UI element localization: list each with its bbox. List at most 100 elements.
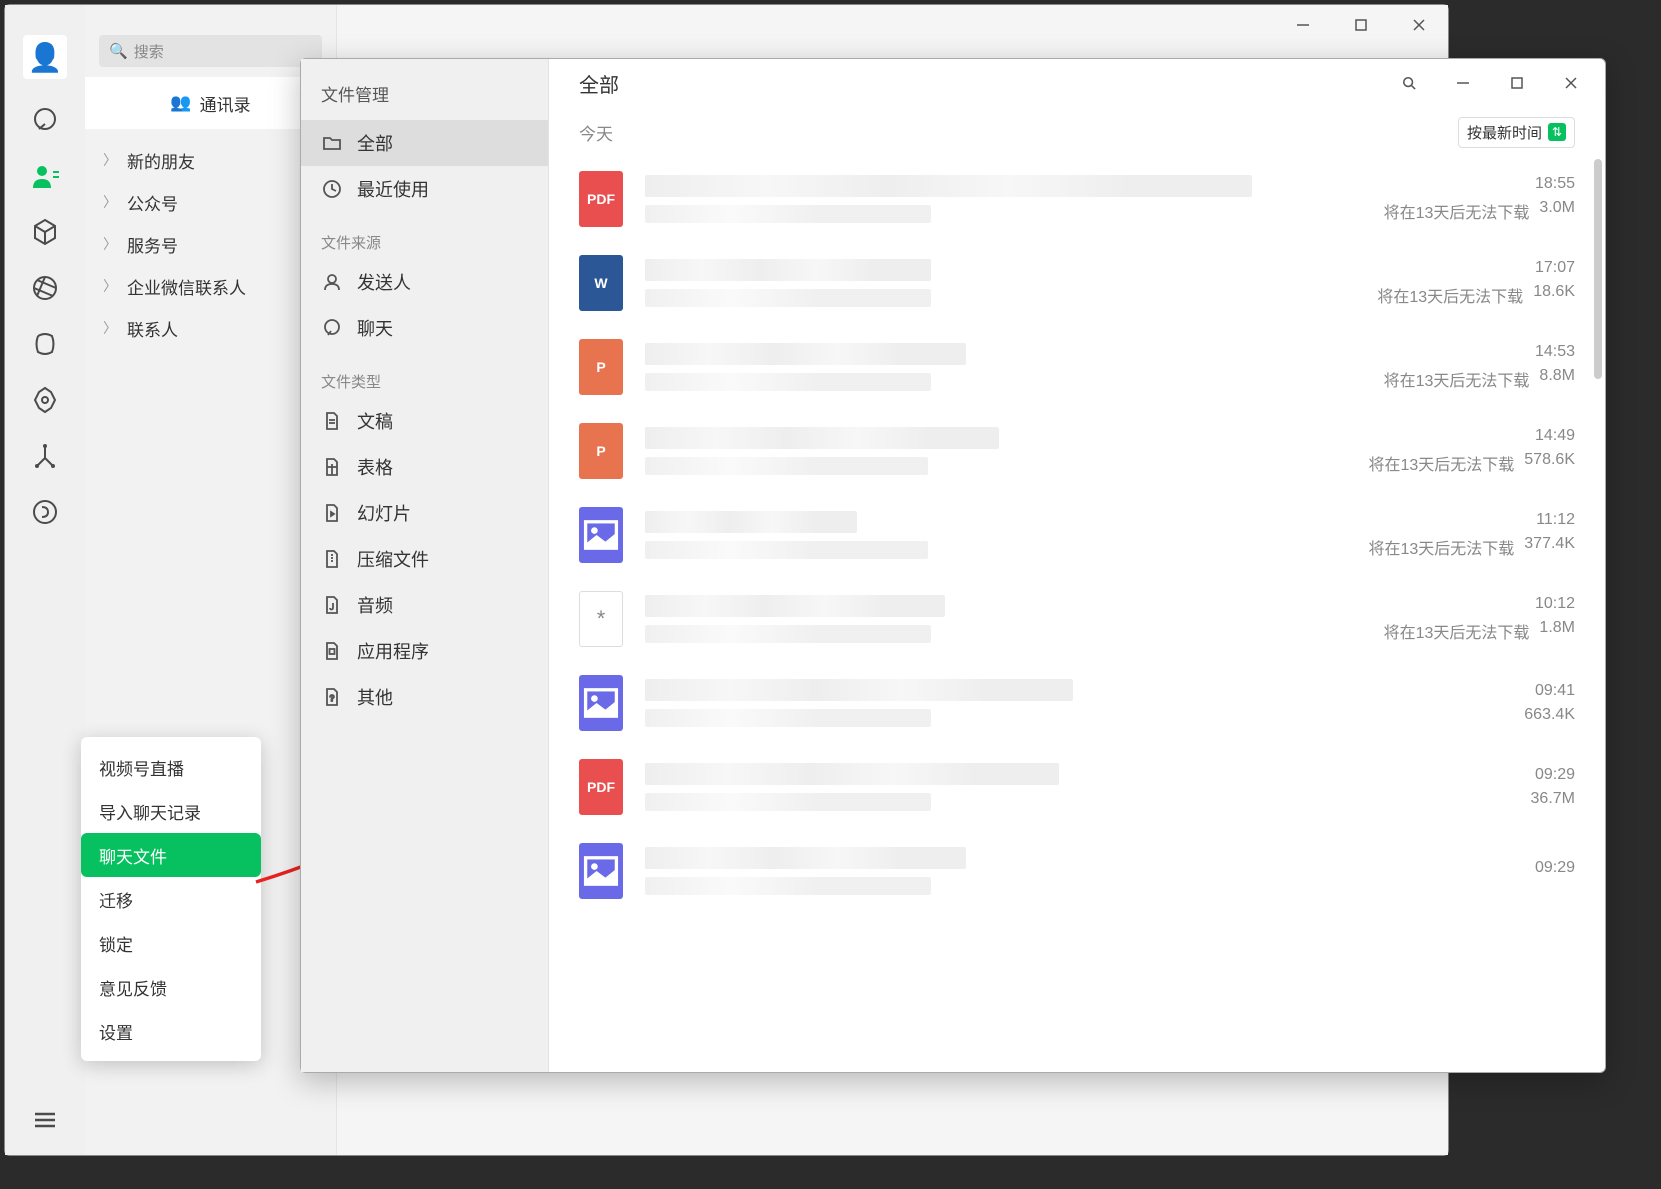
- archive-icon: [321, 548, 343, 570]
- contacts-icon[interactable]: [30, 161, 60, 191]
- fm-date-label: 今天: [579, 120, 613, 145]
- fm-section-type: 文件类型: [301, 351, 548, 398]
- fm-sb-other[interactable]: ? 其他: [301, 674, 548, 720]
- fm-header-title: 全部: [579, 69, 619, 98]
- search-icon: 🔍: [109, 42, 128, 60]
- chevron-right-icon: 〉: [103, 318, 117, 338]
- file-name-area: [645, 847, 1359, 895]
- fm-search-button[interactable]: [1387, 63, 1431, 103]
- popup-menu-item[interactable]: 视频号直播: [81, 745, 261, 789]
- fm-main: 全部 今天 按最新时间 ⇅ PDF18:55将在13天后无法下载3.0MW17:…: [549, 59, 1605, 1072]
- file-type-icon: W: [579, 255, 623, 311]
- clock-icon: [321, 178, 343, 200]
- contacts-management[interactable]: 👥 通讯录: [85, 77, 336, 129]
- file-other-icon: ?: [321, 686, 343, 708]
- popup-menu-item[interactable]: 锁定: [81, 921, 261, 965]
- main-title-bar: [1274, 5, 1448, 45]
- search-input[interactable]: 🔍 搜索: [99, 35, 322, 67]
- fm-sb-all[interactable]: 全部: [301, 120, 548, 166]
- file-type-icon: [579, 675, 623, 731]
- collapse-item[interactable]: 〉新的朋友: [85, 139, 336, 181]
- file-row[interactable]: W 17:07将在13天后无法下载18.6K: [579, 241, 1575, 325]
- maximize-button[interactable]: [1332, 5, 1390, 45]
- file-meta: 09:2936.7M: [1375, 766, 1575, 808]
- fm-sort-button[interactable]: 按最新时间 ⇅: [1458, 117, 1575, 148]
- file-row[interactable]: *10:12将在13天后无法下载1.8M: [579, 577, 1575, 661]
- file-name-area: [645, 259, 1359, 307]
- fm-sb-app[interactable]: 应用程序: [301, 628, 548, 674]
- fm-minimize-button[interactable]: [1441, 63, 1485, 103]
- spreadsheet-icon: [321, 456, 343, 478]
- audio-icon: [321, 594, 343, 616]
- fm-sidebar: 文件管理 全部 最近使用 文件来源 发送人 聊天 文件类型 文稿 表格: [301, 59, 549, 1072]
- file-row[interactable]: 09:29: [579, 829, 1575, 913]
- collapse-item[interactable]: 〉联系人: [85, 307, 336, 349]
- file-meta: 14:53将在13天后无法下载8.8M: [1375, 343, 1575, 391]
- file-type-icon: [579, 843, 623, 899]
- file-name-area: [645, 595, 1359, 643]
- file-type-icon: P: [579, 423, 623, 479]
- file-row[interactable]: 09:41663.4K: [579, 661, 1575, 745]
- svg-text:?: ?: [330, 694, 335, 703]
- person-icon: [321, 271, 343, 293]
- fm-titlebar: 全部: [549, 59, 1605, 107]
- file-row[interactable]: PDF 09:2936.7M: [579, 745, 1575, 829]
- miniprogram-icon[interactable]: [30, 497, 60, 527]
- channels-icon[interactable]: [30, 329, 60, 359]
- aperture-icon[interactable]: [30, 273, 60, 303]
- file-meta: 17:07将在13天后无法下载18.6K: [1375, 259, 1575, 307]
- settings-gear-icon[interactable]: [30, 385, 60, 415]
- app-icon: [321, 640, 343, 662]
- chevron-right-icon: 〉: [103, 192, 117, 212]
- fm-scrollbar[interactable]: [1594, 159, 1602, 379]
- popup-menu-item[interactable]: 聊天文件: [81, 833, 261, 877]
- collapse-item[interactable]: 〉服务号: [85, 223, 336, 265]
- fm-sb-chat[interactable]: 聊天: [301, 305, 548, 351]
- fm-file-list: PDF18:55将在13天后无法下载3.0MW17:07将在13天后无法下载18…: [549, 157, 1605, 1072]
- minimize-button[interactable]: [1274, 5, 1332, 45]
- cube-icon[interactable]: [30, 217, 60, 247]
- collapse-item[interactable]: 〉企业微信联系人: [85, 265, 336, 307]
- fm-sb-audio[interactable]: 音频: [301, 582, 548, 628]
- popup-menu-item[interactable]: 迁移: [81, 877, 261, 921]
- chat-bubble-icon: [321, 317, 343, 339]
- avatar[interactable]: 👤: [23, 35, 67, 79]
- presentation-icon: [321, 502, 343, 524]
- file-name-area: [645, 763, 1359, 811]
- popup-menu-item[interactable]: 导入聊天记录: [81, 789, 261, 833]
- sparkle-icon[interactable]: [30, 441, 60, 471]
- left-rail: 👤: [5, 5, 85, 1155]
- fm-sb-archive[interactable]: 压缩文件: [301, 536, 548, 582]
- file-type-icon: P: [579, 339, 623, 395]
- file-name-area: [645, 511, 1352, 559]
- file-meta: 11:12将在13天后无法下载377.4K: [1368, 511, 1575, 559]
- fm-close-button[interactable]: [1549, 63, 1593, 103]
- file-type-icon: PDF: [579, 759, 623, 815]
- popup-menu-item[interactable]: 设置: [81, 1009, 261, 1053]
- close-button[interactable]: [1390, 5, 1448, 45]
- popup-menu-item[interactable]: 意见反馈: [81, 965, 261, 1009]
- file-meta: 09:41663.4K: [1375, 682, 1575, 724]
- chat-icon[interactable]: [30, 105, 60, 135]
- file-row[interactable]: P14:49将在13天后无法下载578.6K: [579, 409, 1575, 493]
- file-meta: 10:12将在13天后无法下载1.8M: [1375, 595, 1575, 643]
- fm-sb-doc[interactable]: 文稿: [301, 398, 548, 444]
- fm-maximize-button[interactable]: [1495, 63, 1539, 103]
- chevron-right-icon: 〉: [103, 276, 117, 296]
- hamburger-menu-icon[interactable]: [30, 1105, 60, 1135]
- document-icon: [321, 410, 343, 432]
- fm-sb-recent[interactable]: 最近使用: [301, 166, 548, 212]
- file-row[interactable]: 11:12将在13天后无法下载377.4K: [579, 493, 1575, 577]
- fm-sb-slide[interactable]: 幻灯片: [301, 490, 548, 536]
- file-meta: 09:29: [1375, 859, 1575, 883]
- fm-sb-sender[interactable]: 发送人: [301, 259, 548, 305]
- fm-section-source: 文件来源: [301, 212, 548, 259]
- fm-sb-sheet[interactable]: 表格: [301, 444, 548, 490]
- file-meta: 18:55将在13天后无法下载3.0M: [1375, 175, 1575, 223]
- chevron-right-icon: 〉: [103, 234, 117, 254]
- fm-toolbar: 今天 按最新时间 ⇅: [549, 107, 1605, 157]
- file-row[interactable]: PDF18:55将在13天后无法下载3.0M: [579, 157, 1575, 241]
- file-name-area: [645, 343, 1359, 391]
- collapse-item[interactable]: 〉公众号: [85, 181, 336, 223]
- file-row[interactable]: P 14:53将在13天后无法下载8.8M: [579, 325, 1575, 409]
